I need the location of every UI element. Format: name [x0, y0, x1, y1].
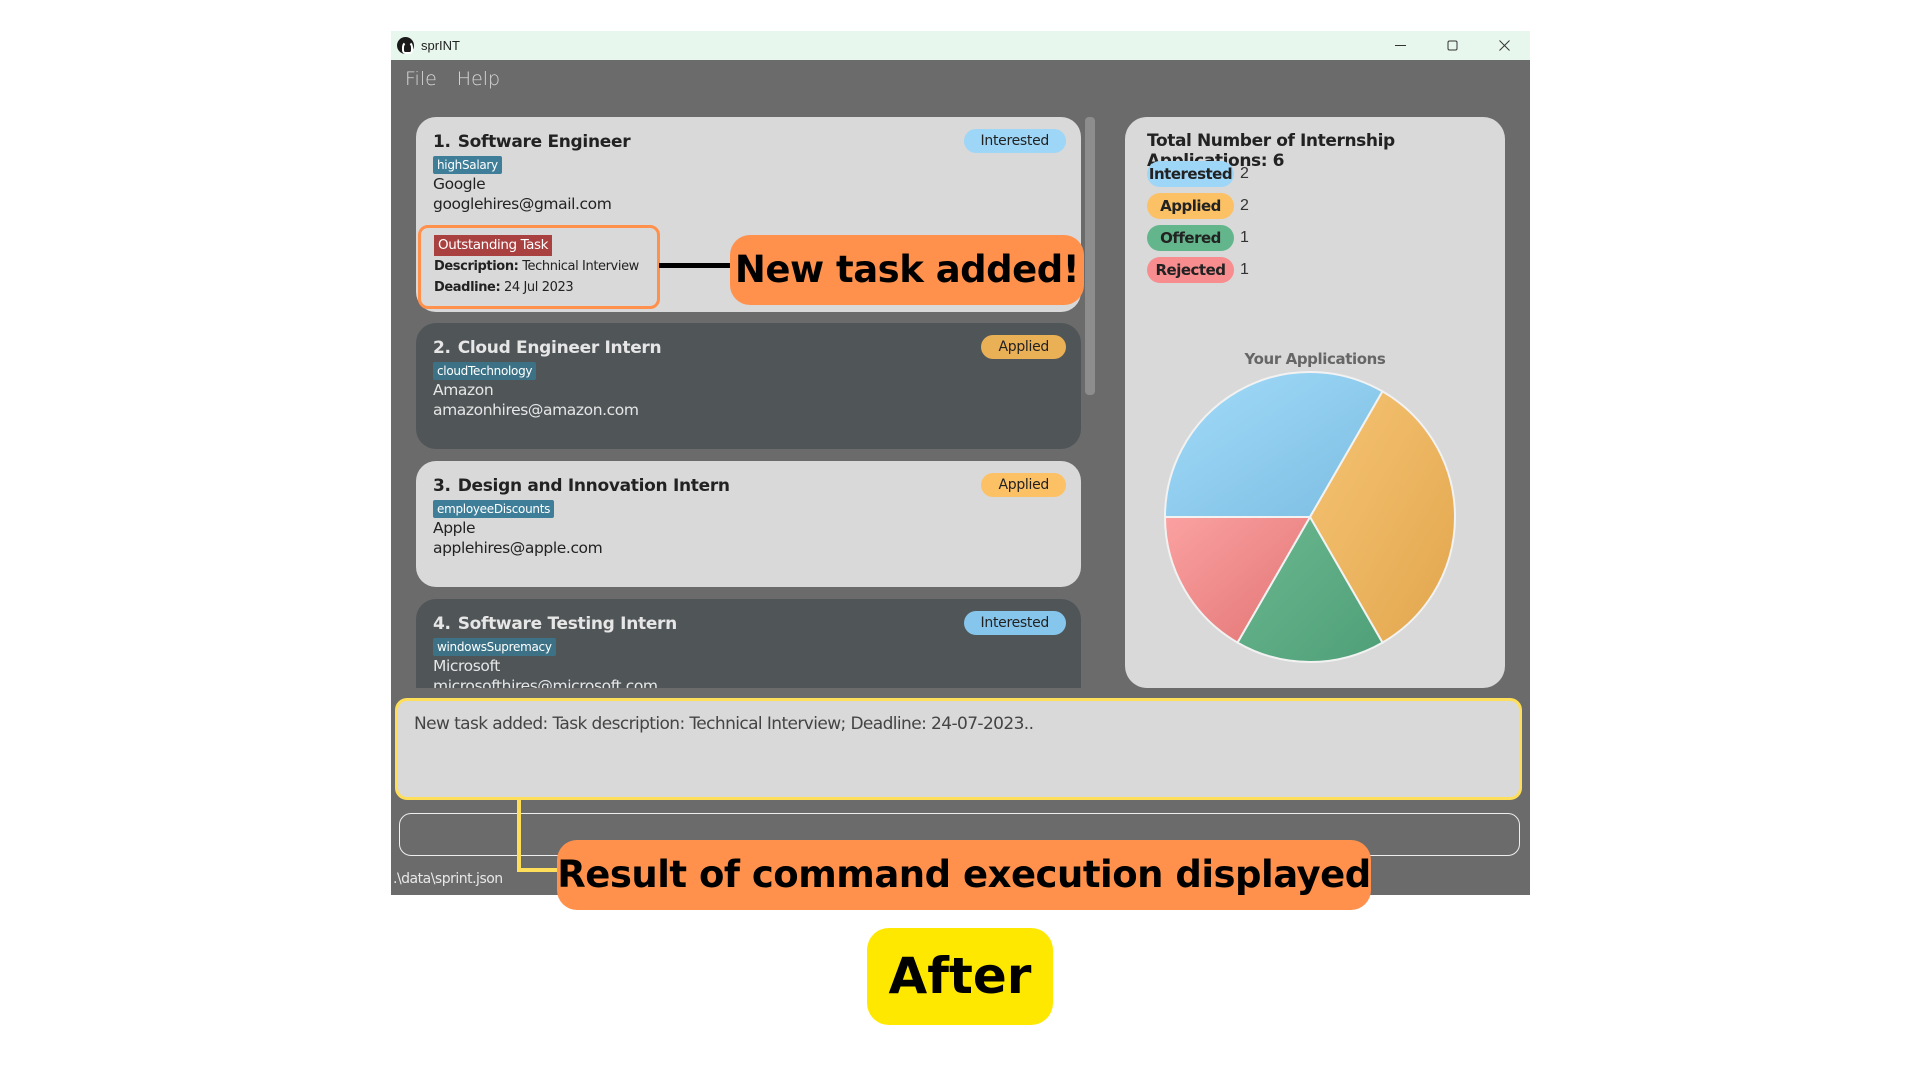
result-display: New task added: Task description: Techni… [395, 698, 1522, 800]
stat-count: 1 [1240, 261, 1249, 278]
result-callout-connector [517, 800, 521, 872]
stat-label: Rejected [1147, 257, 1234, 283]
stat-row-rejected: Rejected 1 [1147, 257, 1249, 283]
application-list[interactable]: 1. Software Engineer highSalary Google go… [416, 117, 1081, 688]
app-window: sprINT File Help 1. Software Engineer hig… [391, 31, 1530, 895]
application-company: Google [433, 175, 486, 193]
application-card[interactable]: 2. Cloud Engineer Intern cloudTechnology … [416, 323, 1081, 449]
application-title: 2. Cloud Engineer Intern [433, 338, 662, 358]
maximize-icon [1447, 40, 1457, 51]
statistics-panel: Total Number of Internship Applications:… [1125, 117, 1505, 688]
status-badge: Applied [981, 473, 1066, 497]
close-button[interactable] [1478, 31, 1530, 60]
application-email: applehires@apple.com [433, 539, 603, 557]
stat-count: 1 [1240, 229, 1249, 246]
chart-title: Your Applications [1244, 350, 1386, 368]
status-badge: Interested [963, 611, 1066, 635]
task-badge: Outstanding Task [434, 235, 553, 256]
list-scrollbar[interactable] [1085, 117, 1095, 395]
stat-count: 2 [1240, 197, 1249, 214]
status-badge: Applied [981, 335, 1066, 359]
application-tag: windowsSupremacy [433, 638, 556, 656]
menu-file[interactable]: File [405, 68, 437, 90]
application-card[interactable]: 3. Design and Innovation Intern employeeD… [416, 461, 1081, 587]
stat-row-applied: Applied 2 [1147, 193, 1249, 219]
application-tag: cloudTechnology [433, 362, 537, 380]
application-company: Microsoft [433, 657, 500, 675]
menu-bar: File Help [391, 60, 1530, 97]
result-text: New task added: Task description: Techni… [414, 714, 1034, 734]
application-tag: highSalary [433, 156, 502, 174]
application-title: 3. Design and Innovation Intern [433, 476, 730, 496]
window-controls [1374, 31, 1530, 60]
stat-row-offered: Offered 1 [1147, 225, 1249, 251]
application-email: microsofthires@microsoft.com [433, 677, 658, 688]
application-email: amazonhires@amazon.com [433, 401, 639, 419]
applications-pie-chart [1163, 371, 1456, 663]
stat-row-interested: Interested 2 [1147, 161, 1249, 187]
minimize-button[interactable] [1374, 31, 1426, 60]
application-tag: employeeDiscounts [433, 500, 555, 518]
result-callout-connector [517, 868, 559, 872]
task-deadline: Deadline: 24 Jul 2023 [434, 280, 574, 295]
maximize-button[interactable] [1426, 31, 1478, 60]
application-company: Apple [433, 519, 476, 537]
minimize-icon [1394, 45, 1406, 46]
status-badge: Interested [963, 129, 1066, 153]
outstanding-task: Outstanding Task Description: Technical … [418, 225, 660, 309]
application-email: googlehires@gmail.com [433, 195, 612, 213]
task-callout-connector [659, 263, 730, 268]
close-icon [1498, 40, 1510, 51]
menu-help[interactable]: Help [457, 68, 500, 90]
task-description: Description: Technical Interview [434, 259, 639, 274]
stat-label: Offered [1147, 225, 1234, 251]
result-callout: Result of command execution displayed [557, 840, 1371, 910]
stat-label: Applied [1147, 193, 1234, 219]
application-card[interactable]: 4. Software Testing Intern windowsSuprema… [416, 599, 1081, 688]
window-title: sprINT [421, 38, 460, 53]
app-logo-icon [397, 37, 414, 54]
task-added-callout: New task added! [730, 235, 1084, 305]
stat-count: 2 [1240, 165, 1249, 182]
data-file-path: .\data\sprint.json [393, 871, 503, 887]
title-bar: sprINT [391, 31, 1530, 60]
application-company: Amazon [433, 381, 494, 399]
stat-label: Interested [1147, 161, 1234, 187]
after-label: After [867, 928, 1053, 1025]
